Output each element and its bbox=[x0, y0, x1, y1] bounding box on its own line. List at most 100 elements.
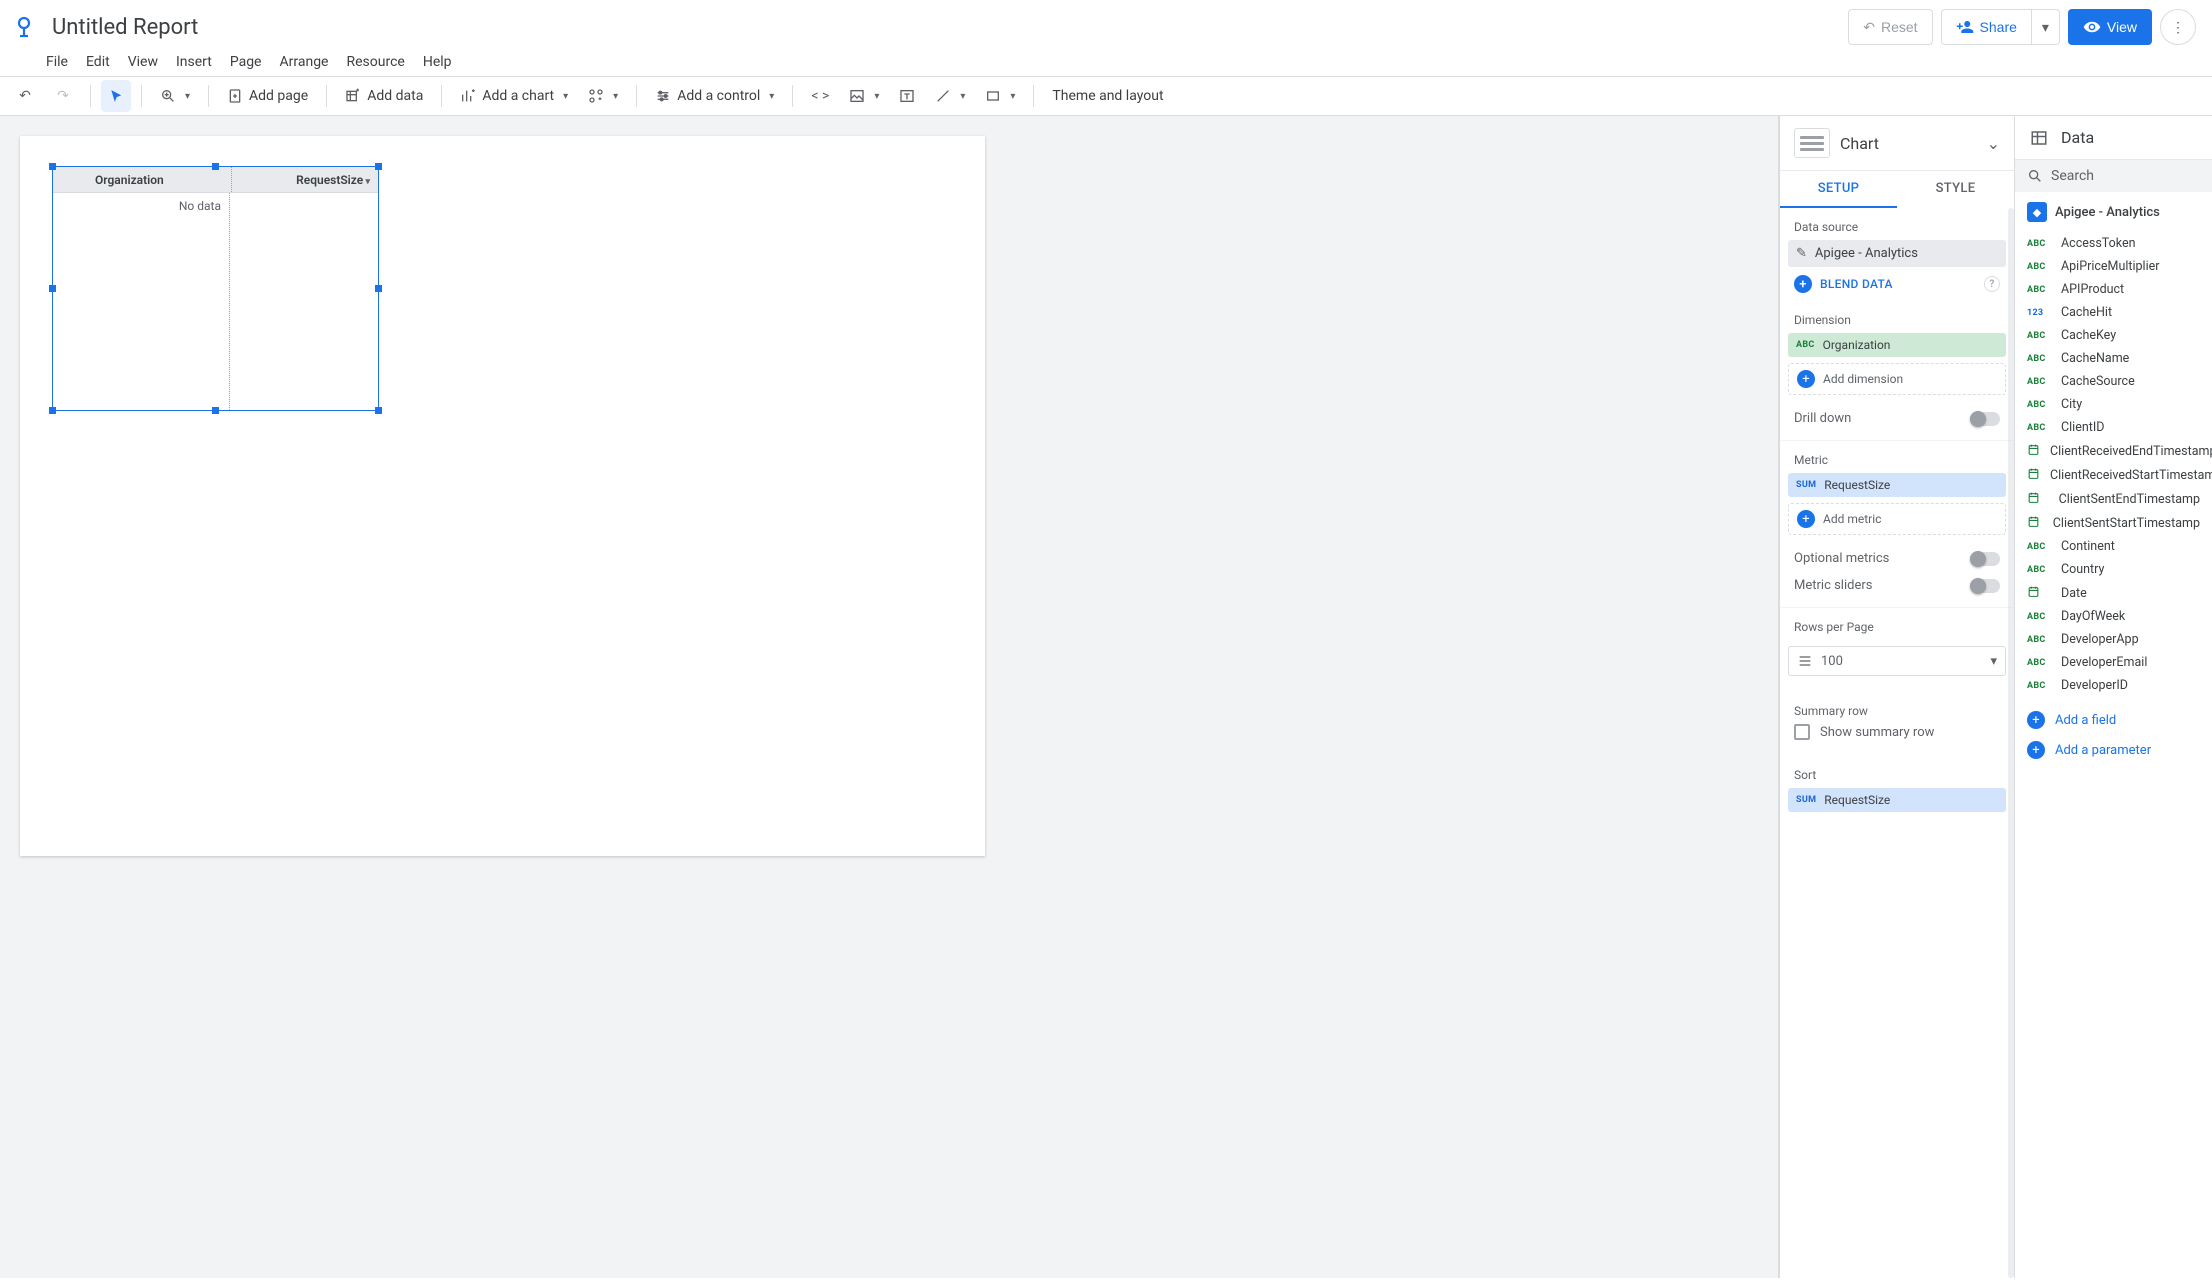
field-type-icon bbox=[2027, 443, 2040, 459]
handle-br[interactable] bbox=[375, 407, 382, 414]
add-field-button[interactable]: + Add a field bbox=[2015, 705, 2212, 735]
sort-chip[interactable]: SUM RequestSize bbox=[1788, 788, 2006, 812]
undo-button[interactable]: ↶ bbox=[8, 80, 42, 112]
handle-tl[interactable] bbox=[49, 163, 56, 170]
redo-button[interactable]: ↷ bbox=[46, 80, 80, 112]
rows-per-page-select[interactable]: 100 ▾ bbox=[1788, 646, 2006, 676]
chart-panel-body[interactable]: Data source ✎ Apigee - Analytics + BLEND… bbox=[1780, 208, 2014, 1278]
embed-button[interactable]: < > bbox=[803, 80, 837, 112]
chart-panel-header[interactable]: Chart ⌄ bbox=[1780, 116, 2014, 171]
report-page[interactable]: Organization RequestSize No data bbox=[20, 136, 985, 856]
field-item[interactable]: ABCCacheKey bbox=[2015, 324, 2212, 347]
field-item[interactable]: ClientReceivedEndTimestamp bbox=[2015, 439, 2212, 463]
data-source-chip[interactable]: ✎ Apigee - Analytics bbox=[1788, 240, 2006, 267]
add-parameter-button[interactable]: + Add a parameter bbox=[2015, 735, 2212, 765]
menu-resource[interactable]: Resource bbox=[346, 54, 404, 70]
add-page-button[interactable]: Add page bbox=[219, 80, 316, 112]
shape-button[interactable] bbox=[977, 80, 1023, 112]
canvas-area[interactable]: Organization RequestSize No data bbox=[0, 116, 1778, 1278]
field-type-icon: ABC bbox=[2027, 354, 2051, 364]
text-button[interactable] bbox=[891, 80, 923, 112]
field-item[interactable]: ABCDayOfWeek bbox=[2015, 605, 2212, 628]
metric-chip[interactable]: SUM RequestSize bbox=[1788, 473, 2006, 497]
handle-ml[interactable] bbox=[49, 285, 56, 292]
drill-down-toggle[interactable] bbox=[1970, 412, 2000, 426]
column-organization[interactable]: Organization bbox=[87, 167, 232, 192]
blend-data-button[interactable]: + BLEND DATA ? bbox=[1780, 267, 2014, 301]
sort-type: SUM bbox=[1796, 795, 1816, 805]
share-dropdown-button[interactable]: ▾ bbox=[2032, 9, 2060, 45]
image-button[interactable] bbox=[841, 80, 887, 112]
field-type-icon bbox=[2027, 467, 2040, 483]
field-item[interactable]: ABCCacheSource bbox=[2015, 370, 2212, 393]
field-item[interactable]: Date bbox=[2015, 581, 2212, 605]
add-dimension-button[interactable]: + Add dimension bbox=[1788, 363, 2006, 395]
chevron-down-icon[interactable]: ⌄ bbox=[1987, 134, 2000, 153]
show-summary-row[interactable]: Show summary row bbox=[1780, 724, 2014, 756]
field-item[interactable]: ABCApiPriceMultiplier bbox=[2015, 255, 2212, 278]
field-item[interactable]: 123CacheHit bbox=[2015, 301, 2212, 324]
field-item[interactable]: ABCClientID bbox=[2015, 416, 2212, 439]
field-list-container[interactable]: ABCAccessTokenABCApiPriceMultiplierABCAP… bbox=[2015, 232, 2212, 1278]
field-type-icon: ABC bbox=[2027, 612, 2051, 622]
share-button[interactable]: Share bbox=[1941, 9, 2032, 45]
theme-layout-button[interactable]: Theme and layout bbox=[1044, 80, 1171, 112]
reset-button[interactable]: ↶ Reset bbox=[1848, 9, 1932, 45]
menu-edit[interactable]: Edit bbox=[86, 54, 110, 70]
handle-tr[interactable] bbox=[375, 163, 382, 170]
selection-tool-button[interactable] bbox=[101, 80, 131, 112]
field-item[interactable]: ABCCity bbox=[2015, 393, 2212, 416]
menu-arrange[interactable]: Arrange bbox=[280, 54, 329, 70]
report-title[interactable]: Untitled Report bbox=[52, 15, 198, 40]
show-summary-label: Show summary row bbox=[1820, 725, 1934, 740]
field-item[interactable]: ABCDeveloperEmail bbox=[2015, 651, 2212, 674]
menu-help[interactable]: Help bbox=[423, 54, 452, 70]
handle-tm[interactable] bbox=[212, 163, 219, 170]
optional-metrics-toggle[interactable] bbox=[1970, 552, 2000, 566]
reset-label: Reset bbox=[1881, 19, 1918, 35]
view-button[interactable]: View bbox=[2068, 9, 2152, 45]
tab-setup[interactable]: SETUP bbox=[1780, 171, 1897, 208]
community-viz-icon bbox=[588, 88, 604, 104]
help-icon[interactable]: ? bbox=[1984, 276, 2000, 292]
add-control-label: Add a control bbox=[677, 88, 760, 104]
field-search[interactable]: Search bbox=[2015, 160, 2212, 192]
dimension-chip[interactable]: ABC Organization bbox=[1788, 333, 2006, 357]
more-options-button[interactable]: ⋮ bbox=[2160, 9, 2196, 45]
column-requestsize[interactable]: RequestSize bbox=[232, 167, 378, 192]
drill-down-row: Drill down bbox=[1780, 405, 2014, 441]
menu-page[interactable]: Page bbox=[230, 54, 262, 70]
metric-sliders-toggle[interactable] bbox=[1970, 579, 2000, 593]
rows-per-page-label: Rows per Page bbox=[1780, 608, 2014, 640]
add-data-button[interactable]: Add data bbox=[337, 80, 431, 112]
add-control-button[interactable]: Add a control bbox=[647, 80, 782, 112]
field-item[interactable]: ABCCacheName bbox=[2015, 347, 2212, 370]
scrollbar[interactable] bbox=[2008, 208, 2014, 1278]
field-item[interactable]: ABCContinent bbox=[2015, 535, 2212, 558]
community-viz-button[interactable] bbox=[580, 80, 626, 112]
menu-file[interactable]: File bbox=[46, 54, 68, 70]
zoom-dropdown[interactable] bbox=[152, 80, 198, 112]
table-chart-widget[interactable]: Organization RequestSize No data bbox=[52, 166, 379, 411]
undo-arrow-icon: ↶ bbox=[1863, 19, 1875, 36]
separator bbox=[441, 85, 442, 107]
add-metric-button[interactable]: + Add metric bbox=[1788, 503, 2006, 535]
show-summary-checkbox[interactable] bbox=[1794, 724, 1810, 740]
line-button[interactable] bbox=[927, 80, 973, 112]
data-source-header[interactable]: ◆ Apigee - Analytics bbox=[2015, 192, 2212, 232]
field-item[interactable]: ABCDeveloperApp bbox=[2015, 628, 2212, 651]
handle-bm[interactable] bbox=[212, 407, 219, 414]
menu-view[interactable]: View bbox=[128, 54, 158, 70]
field-item[interactable]: ClientSentStartTimestamp bbox=[2015, 511, 2212, 535]
add-chart-button[interactable]: Add a chart bbox=[452, 80, 576, 112]
field-item[interactable]: ClientSentEndTimestamp bbox=[2015, 487, 2212, 511]
tab-style[interactable]: STYLE bbox=[1897, 171, 2014, 208]
field-item[interactable]: ABCAccessToken bbox=[2015, 232, 2212, 255]
field-item[interactable]: ABCAPIProduct bbox=[2015, 278, 2212, 301]
handle-bl[interactable] bbox=[49, 407, 56, 414]
handle-mr[interactable] bbox=[375, 285, 382, 292]
field-item[interactable]: ABCDeveloperID bbox=[2015, 674, 2212, 697]
field-item[interactable]: ABCCountry bbox=[2015, 558, 2212, 581]
menu-insert[interactable]: Insert bbox=[176, 54, 212, 70]
field-item[interactable]: ClientReceivedStartTimestamp bbox=[2015, 463, 2212, 487]
